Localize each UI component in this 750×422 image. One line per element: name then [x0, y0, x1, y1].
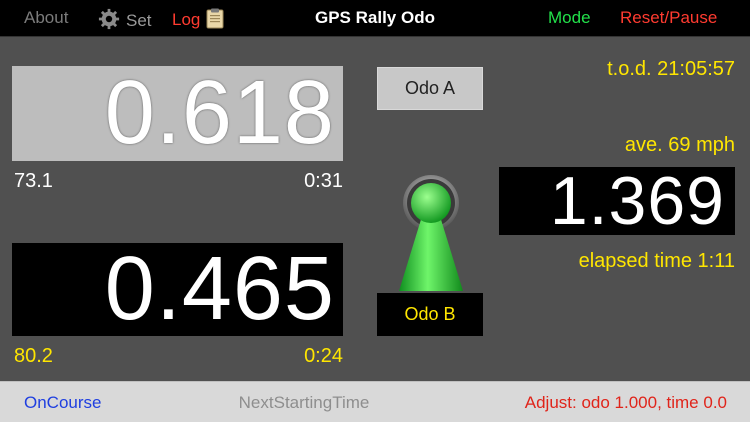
pawn-icon[interactable] [395, 173, 467, 295]
odo-b-left-value: 80.2 [14, 345, 53, 367]
top-bar: About Set Log GPS Rally Odo Mode Reset/P… [0, 0, 750, 37]
total-odo-value: 1.369 [549, 163, 725, 239]
odo-a-button[interactable]: Odo A [377, 67, 483, 110]
odo-b-value: 0.465 [104, 239, 335, 339]
adjust-button[interactable]: Adjust: odo 1.000, time 0.0 [525, 393, 727, 413]
total-odo-display: 1.369 [499, 167, 735, 235]
odo-b-display[interactable]: 0.465 [12, 243, 343, 336]
bottom-bar: OnCourse NextStartingTime Adjust: odo 1.… [0, 381, 750, 422]
odo-b-right-value: 0:24 [304, 345, 343, 367]
time-of-day: t.o.d. 21:05:57 [607, 58, 735, 80]
odo-a-left-value: 73.1 [14, 170, 53, 192]
odo-a-value: 0.618 [104, 63, 335, 163]
mode-button[interactable]: Mode [548, 8, 591, 28]
reset-pause-button[interactable]: Reset/Pause [620, 8, 717, 28]
odo-a-display[interactable]: 0.618 [12, 66, 343, 161]
odo-a-right-value: 0:31 [304, 170, 343, 192]
elapsed-time: elapsed time 1:11 [578, 250, 735, 272]
odo-b-button[interactable]: Odo B [377, 293, 483, 336]
average-speed: ave. 69 mph [624, 134, 735, 156]
next-starting-time-button[interactable]: NextStartingTime [0, 393, 608, 413]
